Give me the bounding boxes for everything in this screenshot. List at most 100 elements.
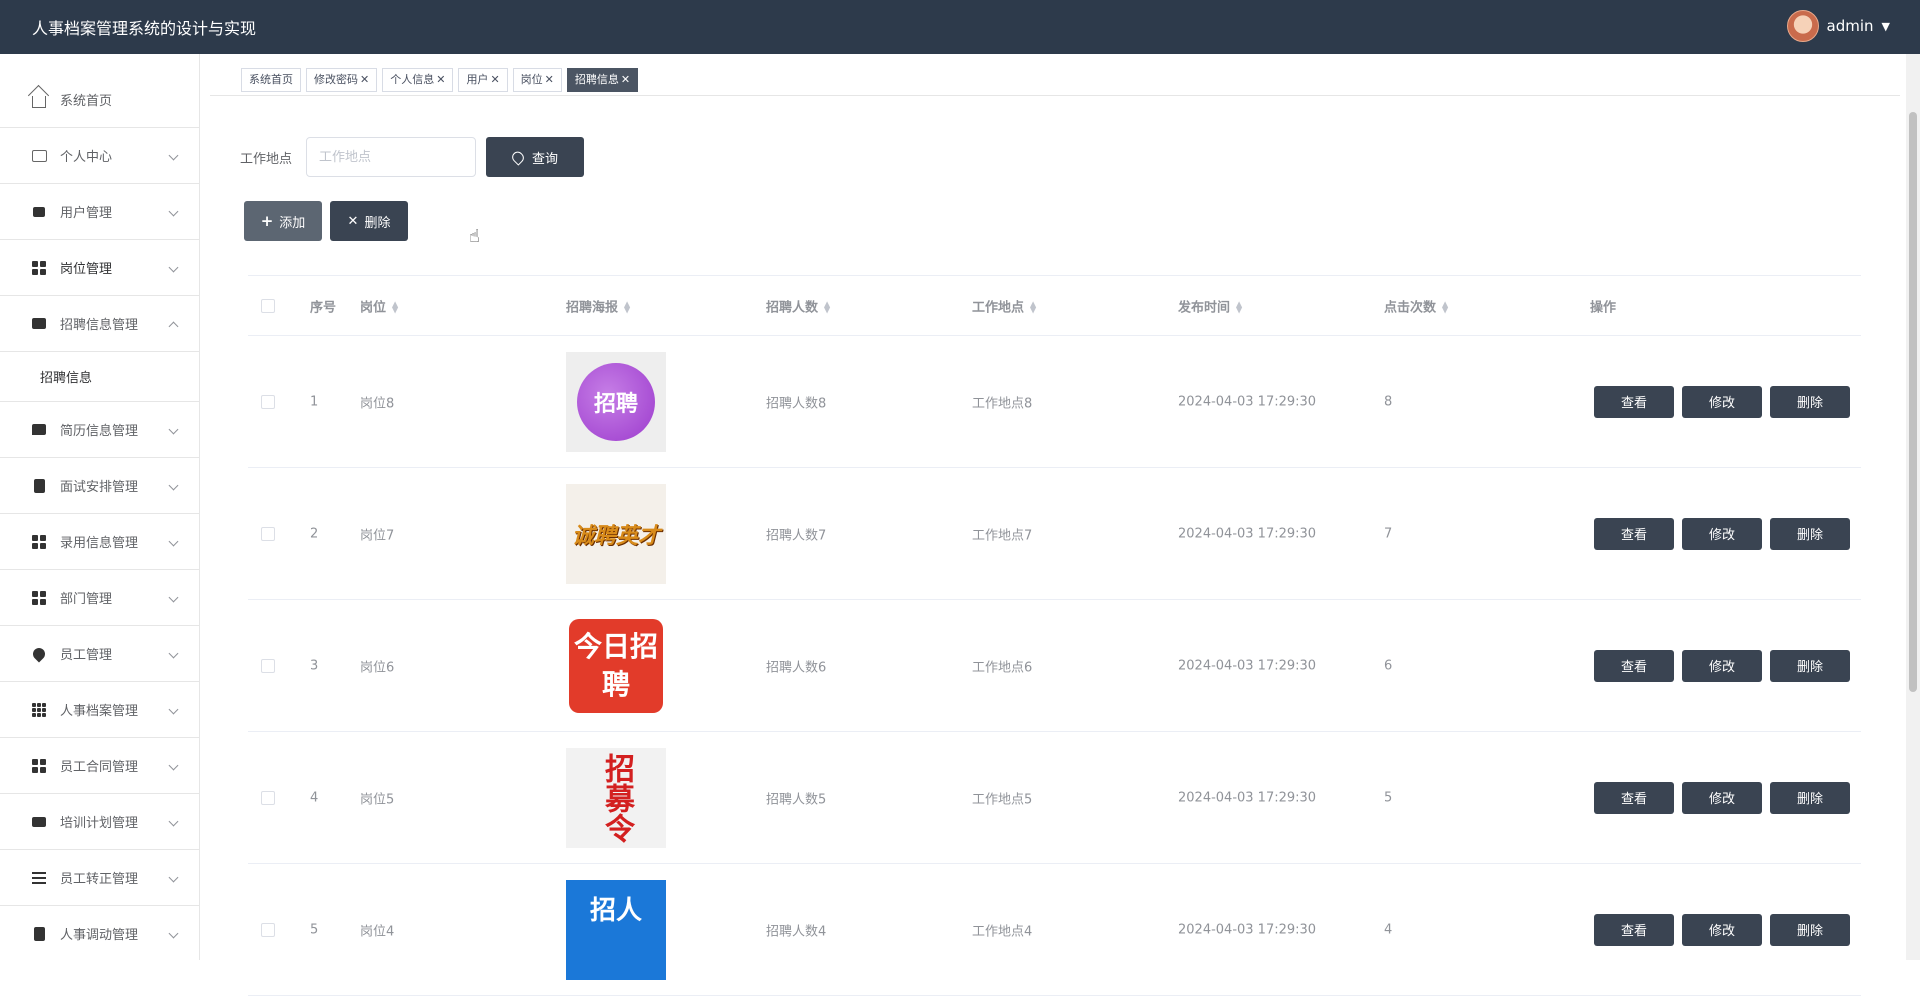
sort-icon[interactable]: ▲ ▼: [1030, 300, 1036, 314]
work-location-input[interactable]: [306, 137, 476, 177]
poster-image[interactable]: 诚聘英才: [566, 483, 666, 584]
sort-icon[interactable]: ▲ ▼: [624, 300, 630, 314]
view-button[interactable]: 查看: [1594, 517, 1674, 550]
chevron-down-icon: [168, 872, 179, 882]
close-icon[interactable]: ✕: [545, 69, 554, 91]
close-icon[interactable]: ✕: [436, 69, 445, 91]
chat-icon: [30, 421, 48, 439]
add-button[interactable]: + 添加: [244, 201, 322, 241]
query-button[interactable]: 查询: [486, 137, 584, 177]
sidebar-item-label: 面试安排管理: [60, 480, 139, 495]
cell-time: 2024-04-03 17:29:30: [1178, 658, 1317, 673]
delete-button[interactable]: 删除: [1770, 385, 1850, 418]
row-checkbox[interactable]: [261, 922, 275, 937]
sidebar-subitem-recruit-info[interactable]: 招聘信息: [0, 352, 199, 402]
header-post[interactable]: 岗位 ▲ ▼: [360, 296, 398, 315]
row-checkbox[interactable]: [261, 658, 275, 673]
caret-down-icon[interactable]: ▼: [1882, 20, 1890, 33]
chevron-down-icon: [168, 592, 179, 602]
header-time[interactable]: 发布时间 ▲ ▼: [1178, 296, 1242, 315]
scrollbar-thumb[interactable]: [1909, 112, 1917, 692]
header-place[interactable]: 工作地点 ▲ ▼: [972, 296, 1036, 315]
username[interactable]: admin: [1827, 17, 1874, 35]
edit-button[interactable]: 修改: [1682, 913, 1762, 946]
sidebar-item-interview-management[interactable]: 面试安排管理: [0, 458, 199, 514]
card-icon: [30, 147, 48, 165]
delete-button[interactable]: 删除: [1770, 649, 1850, 682]
tab-change-password[interactable]: 修改密码 ✕: [306, 68, 378, 92]
header-label: 点击次数: [1384, 300, 1437, 315]
grid-icon: [30, 533, 48, 551]
cell-time: 2024-04-03 17:29:30: [1178, 394, 1317, 409]
sidebar-item-training-management[interactable]: 培训计划管理: [0, 794, 199, 850]
sidebar-item-user-management[interactable]: 用户管理: [0, 184, 199, 240]
home-icon: [30, 91, 48, 109]
tab-recruit-info[interactable]: 招聘信息 ✕: [566, 68, 639, 92]
sidebar-item-recruit-management[interactable]: 招聘信息管理: [0, 296, 199, 352]
table-row: 3 岗位6 今日招聘 招聘人数6 工作地点6 2024-04-03 17:29:…: [248, 600, 1861, 732]
sidebar-item-label: 员工管理: [60, 648, 113, 663]
poster-image[interactable]: 今日招聘: [566, 615, 666, 716]
sidebar-item-archive-management[interactable]: 人事档案管理: [0, 682, 199, 738]
close-icon[interactable]: ✕: [490, 69, 499, 91]
cell-clicks: 5: [1384, 790, 1393, 805]
view-button[interactable]: 查看: [1594, 649, 1674, 682]
row-checkbox[interactable]: [261, 394, 275, 409]
sidebar-item-label: 人事档案管理: [60, 704, 139, 719]
row-checkbox[interactable]: [261, 526, 275, 541]
sidebar-item-label: 人事调动管理: [60, 928, 139, 943]
sidebar-item-regularization-management[interactable]: 员工转正管理: [0, 850, 199, 906]
table-row: 1 岗位8 招聘 招聘人数8 工作地点8 2024-04-03 17:29:30…: [248, 336, 1861, 468]
batch-delete-button[interactable]: ✕ 删除: [330, 201, 408, 241]
chevron-down-icon: [168, 704, 179, 714]
page-scrollbar[interactable]: [1906, 54, 1920, 960]
sort-icon[interactable]: ▲ ▼: [824, 300, 830, 314]
chevron-down-icon: [168, 150, 179, 160]
close-icon[interactable]: ✕: [360, 69, 369, 91]
delete-button[interactable]: 删除: [1770, 913, 1850, 946]
delete-button[interactable]: 删除: [1770, 781, 1850, 814]
apps-icon: [30, 701, 48, 719]
poster-image[interactable]: 招聘: [566, 351, 666, 452]
tab-personal-info[interactable]: 个人信息 ✕: [382, 68, 454, 92]
row-checkbox[interactable]: [261, 790, 275, 805]
tab-post[interactable]: 岗位 ✕: [512, 68, 562, 92]
header-clicks[interactable]: 点击次数 ▲ ▼: [1384, 296, 1448, 315]
view-button[interactable]: 查看: [1594, 385, 1674, 418]
tab-user[interactable]: 用户 ✕: [458, 68, 508, 92]
sort-icon[interactable]: ▲ ▼: [1442, 300, 1448, 314]
close-icon: ✕: [347, 213, 359, 229]
sidebar-item-home[interactable]: 系统首页: [0, 54, 199, 128]
poster-image[interactable]: 招人: [566, 879, 666, 980]
poster-text: 今日招聘: [569, 618, 663, 713]
sidebar-item-hire-management[interactable]: 录用信息管理: [0, 514, 199, 570]
sidebar-item-resume-management[interactable]: 简历信息管理: [0, 402, 199, 458]
select-all-checkbox[interactable]: [261, 298, 275, 313]
header-poster[interactable]: 招聘海报 ▲ ▼: [566, 296, 630, 315]
brush-icon: [30, 203, 48, 221]
sidebar-item-employee-management[interactable]: 员工管理: [0, 626, 199, 682]
close-icon[interactable]: ✕: [621, 69, 630, 91]
header-count[interactable]: 招聘人数 ▲ ▼: [766, 296, 830, 315]
sort-icon[interactable]: ▲ ▼: [1236, 300, 1242, 314]
edit-button[interactable]: 修改: [1682, 781, 1762, 814]
view-button[interactable]: 查看: [1594, 781, 1674, 814]
sidebar-item-transfer-management[interactable]: 人事调动管理: [0, 906, 199, 960]
sidebar-item-department-management[interactable]: 部门管理: [0, 570, 199, 626]
sidebar-item-contract-management[interactable]: 员工合同管理: [0, 738, 199, 794]
delete-button[interactable]: 删除: [1770, 517, 1850, 550]
sidebar-item-personal-center[interactable]: 个人中心: [0, 128, 199, 184]
sort-icon[interactable]: ▲ ▼: [392, 300, 398, 314]
header-label: 岗位: [360, 300, 387, 315]
sidebar-item-post-management[interactable]: 岗位管理: [0, 240, 199, 296]
edit-button[interactable]: 修改: [1682, 649, 1762, 682]
poster-image[interactable]: 招募令: [566, 747, 666, 848]
tab-home[interactable]: 系统首页: [241, 68, 301, 92]
tabs-divider: [210, 95, 1900, 96]
user-menu[interactable]: admin ▼: [1786, 8, 1890, 44]
avatar[interactable]: [1786, 10, 1819, 42]
edit-button[interactable]: 修改: [1682, 385, 1762, 418]
view-button[interactable]: 查看: [1594, 913, 1674, 946]
edit-button[interactable]: 修改: [1682, 517, 1762, 550]
tab-label: 修改密码: [314, 73, 358, 86]
